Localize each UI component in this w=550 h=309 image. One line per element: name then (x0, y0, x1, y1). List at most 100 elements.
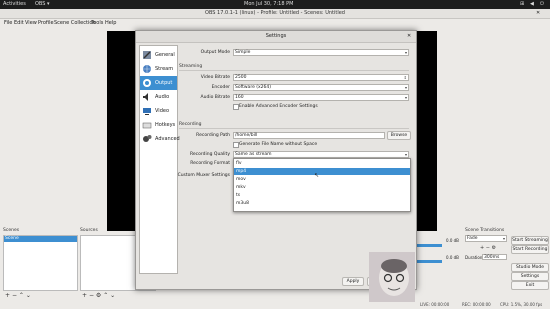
audio-bitrate-label: Audio Bitrate (200, 95, 230, 100)
format-option-mov[interactable]: mov (234, 176, 410, 183)
gear-icon[interactable]: ⚙ (96, 292, 101, 299)
category-video[interactable]: Video (140, 104, 177, 118)
transition-select[interactable]: Fade ▾ (465, 235, 507, 242)
close-icon[interactable]: ✕ (407, 33, 411, 39)
format-option-mkv[interactable]: mkv (234, 184, 410, 191)
browse-button[interactable]: Browse (387, 131, 411, 140)
up-icon[interactable]: ⌃ (19, 292, 24, 299)
studio-mode-button[interactable]: Studio Mode (511, 263, 549, 272)
mixer-db: 0.0 dB (446, 255, 459, 260)
category-list: General Stream Output Audio Video Hotkey… (139, 45, 180, 274)
webcam-overlay (369, 252, 415, 302)
gen-filename-label: Generate File Name without Space (239, 142, 318, 147)
start-streaming-button[interactable]: Start Streaming (511, 236, 549, 245)
gear-icon[interactable]: ⚙ (492, 245, 496, 251)
scenes-list[interactable]: Scene (3, 235, 78, 291)
recording-header: Recording (179, 122, 202, 127)
scenes-header: Scenes (3, 228, 20, 233)
video-bitrate-label: Video Bitrate (200, 75, 230, 80)
network-icon[interactable]: ⊞ (520, 1, 524, 8)
transitions-header: Scene Transitions (465, 228, 505, 233)
settings-button[interactable]: Settings (511, 272, 549, 281)
audio-mixer: 0.0 dB 0.0 dB (415, 238, 461, 268)
volume-slider[interactable] (415, 244, 442, 247)
duration-label: Duration (465, 255, 483, 260)
window-title: OBS 17.0.1-1 (linux) - Profile: Untitled… (0, 9, 550, 19)
video-bitrate-input[interactable]: 2500 ⇕ (233, 74, 409, 81)
category-stream[interactable]: Stream (140, 62, 177, 76)
app-menu[interactable]: OBS ▾ (35, 1, 50, 8)
down-icon[interactable]: ⌄ (110, 292, 115, 299)
add-icon[interactable]: + (82, 292, 87, 299)
mixer-db: 0.0 dB (446, 238, 459, 243)
source-toolbar: + − ⚙ ⌃ ⌄ (82, 292, 115, 299)
webcam-face-image (369, 252, 415, 302)
encoder-select[interactable]: Software (x264) ▾ (233, 84, 409, 91)
category-advanced[interactable]: Advanced (140, 132, 180, 146)
audio-bitrate-select[interactable]: 160 ▾ (233, 94, 409, 101)
dialog-title: Settings (136, 31, 416, 43)
exit-button[interactable]: Exit (511, 281, 549, 290)
menu-profile[interactable]: Profile (38, 19, 54, 27)
rec-quality-select[interactable]: Same as stream ▾ (233, 151, 409, 158)
globe-icon (143, 65, 151, 73)
transition-toolbar: + − ⚙ (480, 245, 496, 251)
volume-icon[interactable]: ◀ (530, 1, 534, 8)
scene-toolbar: + − ⌃ ⌄ (5, 292, 31, 299)
start-recording-button[interactable]: Start Recording (511, 245, 549, 254)
clock[interactable]: Mon Jul 30, 7:18 PM (244, 1, 293, 8)
menu-view[interactable]: View (25, 19, 37, 27)
apply-button[interactable]: Apply (342, 277, 364, 286)
menu-scene-collection[interactable]: Scene Collection (54, 19, 96, 27)
down-icon[interactable]: ⌄ (26, 292, 31, 299)
output-mode-label: Output Mode (200, 50, 230, 55)
add-icon[interactable]: + (480, 245, 484, 251)
wrench-icon (143, 51, 151, 59)
power-icon[interactable]: ⏻ (540, 1, 544, 8)
category-audio[interactable]: Audio (140, 90, 177, 104)
rec-format-dropdown[interactable]: flv mp4 mov mkv ts m3u8 (233, 158, 411, 212)
format-option-ts[interactable]: ts (234, 192, 410, 199)
up-icon[interactable]: ⌃ (103, 292, 108, 299)
close-icon[interactable]: ✕ (536, 10, 540, 16)
keyboard-icon (142, 122, 152, 129)
status-rec: REC: 00:00:00 (462, 302, 491, 307)
custom-muxer-label: Custom Muxer Settings (177, 173, 230, 178)
gears-icon (143, 135, 152, 142)
status-live: LIVE: 00:00:00 (420, 302, 450, 307)
output-mode-select[interactable]: Simple ▾ (233, 49, 409, 56)
menu-help[interactable]: Help (105, 19, 116, 27)
rec-format-label: Recording Format (190, 161, 230, 166)
activities-button[interactable]: Activities (3, 1, 26, 8)
menu-edit[interactable]: Edit (14, 19, 24, 27)
category-output[interactable]: Output (140, 76, 177, 90)
add-icon[interactable]: + (5, 292, 10, 299)
category-general[interactable]: General (140, 48, 177, 62)
output-icon (143, 79, 151, 87)
recording-path-input[interactable]: /home/bill (233, 132, 385, 139)
status-cpu: CPU: 1.5%, 30.00 fps (500, 302, 543, 307)
speaker-icon (143, 93, 148, 101)
remove-icon[interactable]: − (12, 292, 17, 299)
remove-icon[interactable]: − (486, 245, 490, 251)
encoder-label: Encoder (211, 85, 230, 90)
volume-slider[interactable] (415, 260, 442, 263)
menu-file[interactable]: File (4, 19, 12, 27)
adv-encoder-label: Enable Advanced Encoder Settings (239, 104, 318, 109)
streaming-header: Streaming (179, 64, 203, 69)
duration-input[interactable]: 300ms (482, 254, 507, 260)
recording-path-label: Recording Path (196, 133, 230, 138)
category-hotkeys[interactable]: Hotkeys (140, 118, 177, 132)
list-item[interactable]: Scene (4, 236, 77, 242)
divider (179, 70, 409, 71)
mouse-cursor-icon: ↖ (314, 172, 320, 179)
remove-icon[interactable]: − (89, 292, 94, 299)
format-option-mp4[interactable]: mp4 (234, 168, 410, 175)
system-top-bar: Activities OBS ▾ Mon Jul 30, 7:18 PM ⊞ ◀… (0, 0, 550, 9)
divider (179, 128, 409, 129)
format-option-m3u8[interactable]: m3u8 (234, 200, 410, 207)
format-option-flv[interactable]: flv (234, 160, 410, 167)
rec-quality-label: Recording Quality (189, 152, 230, 157)
settings-dialog: Settings ✕ General Stream Output Audio V… (135, 30, 417, 290)
menu-tools[interactable]: Tools (91, 19, 103, 27)
